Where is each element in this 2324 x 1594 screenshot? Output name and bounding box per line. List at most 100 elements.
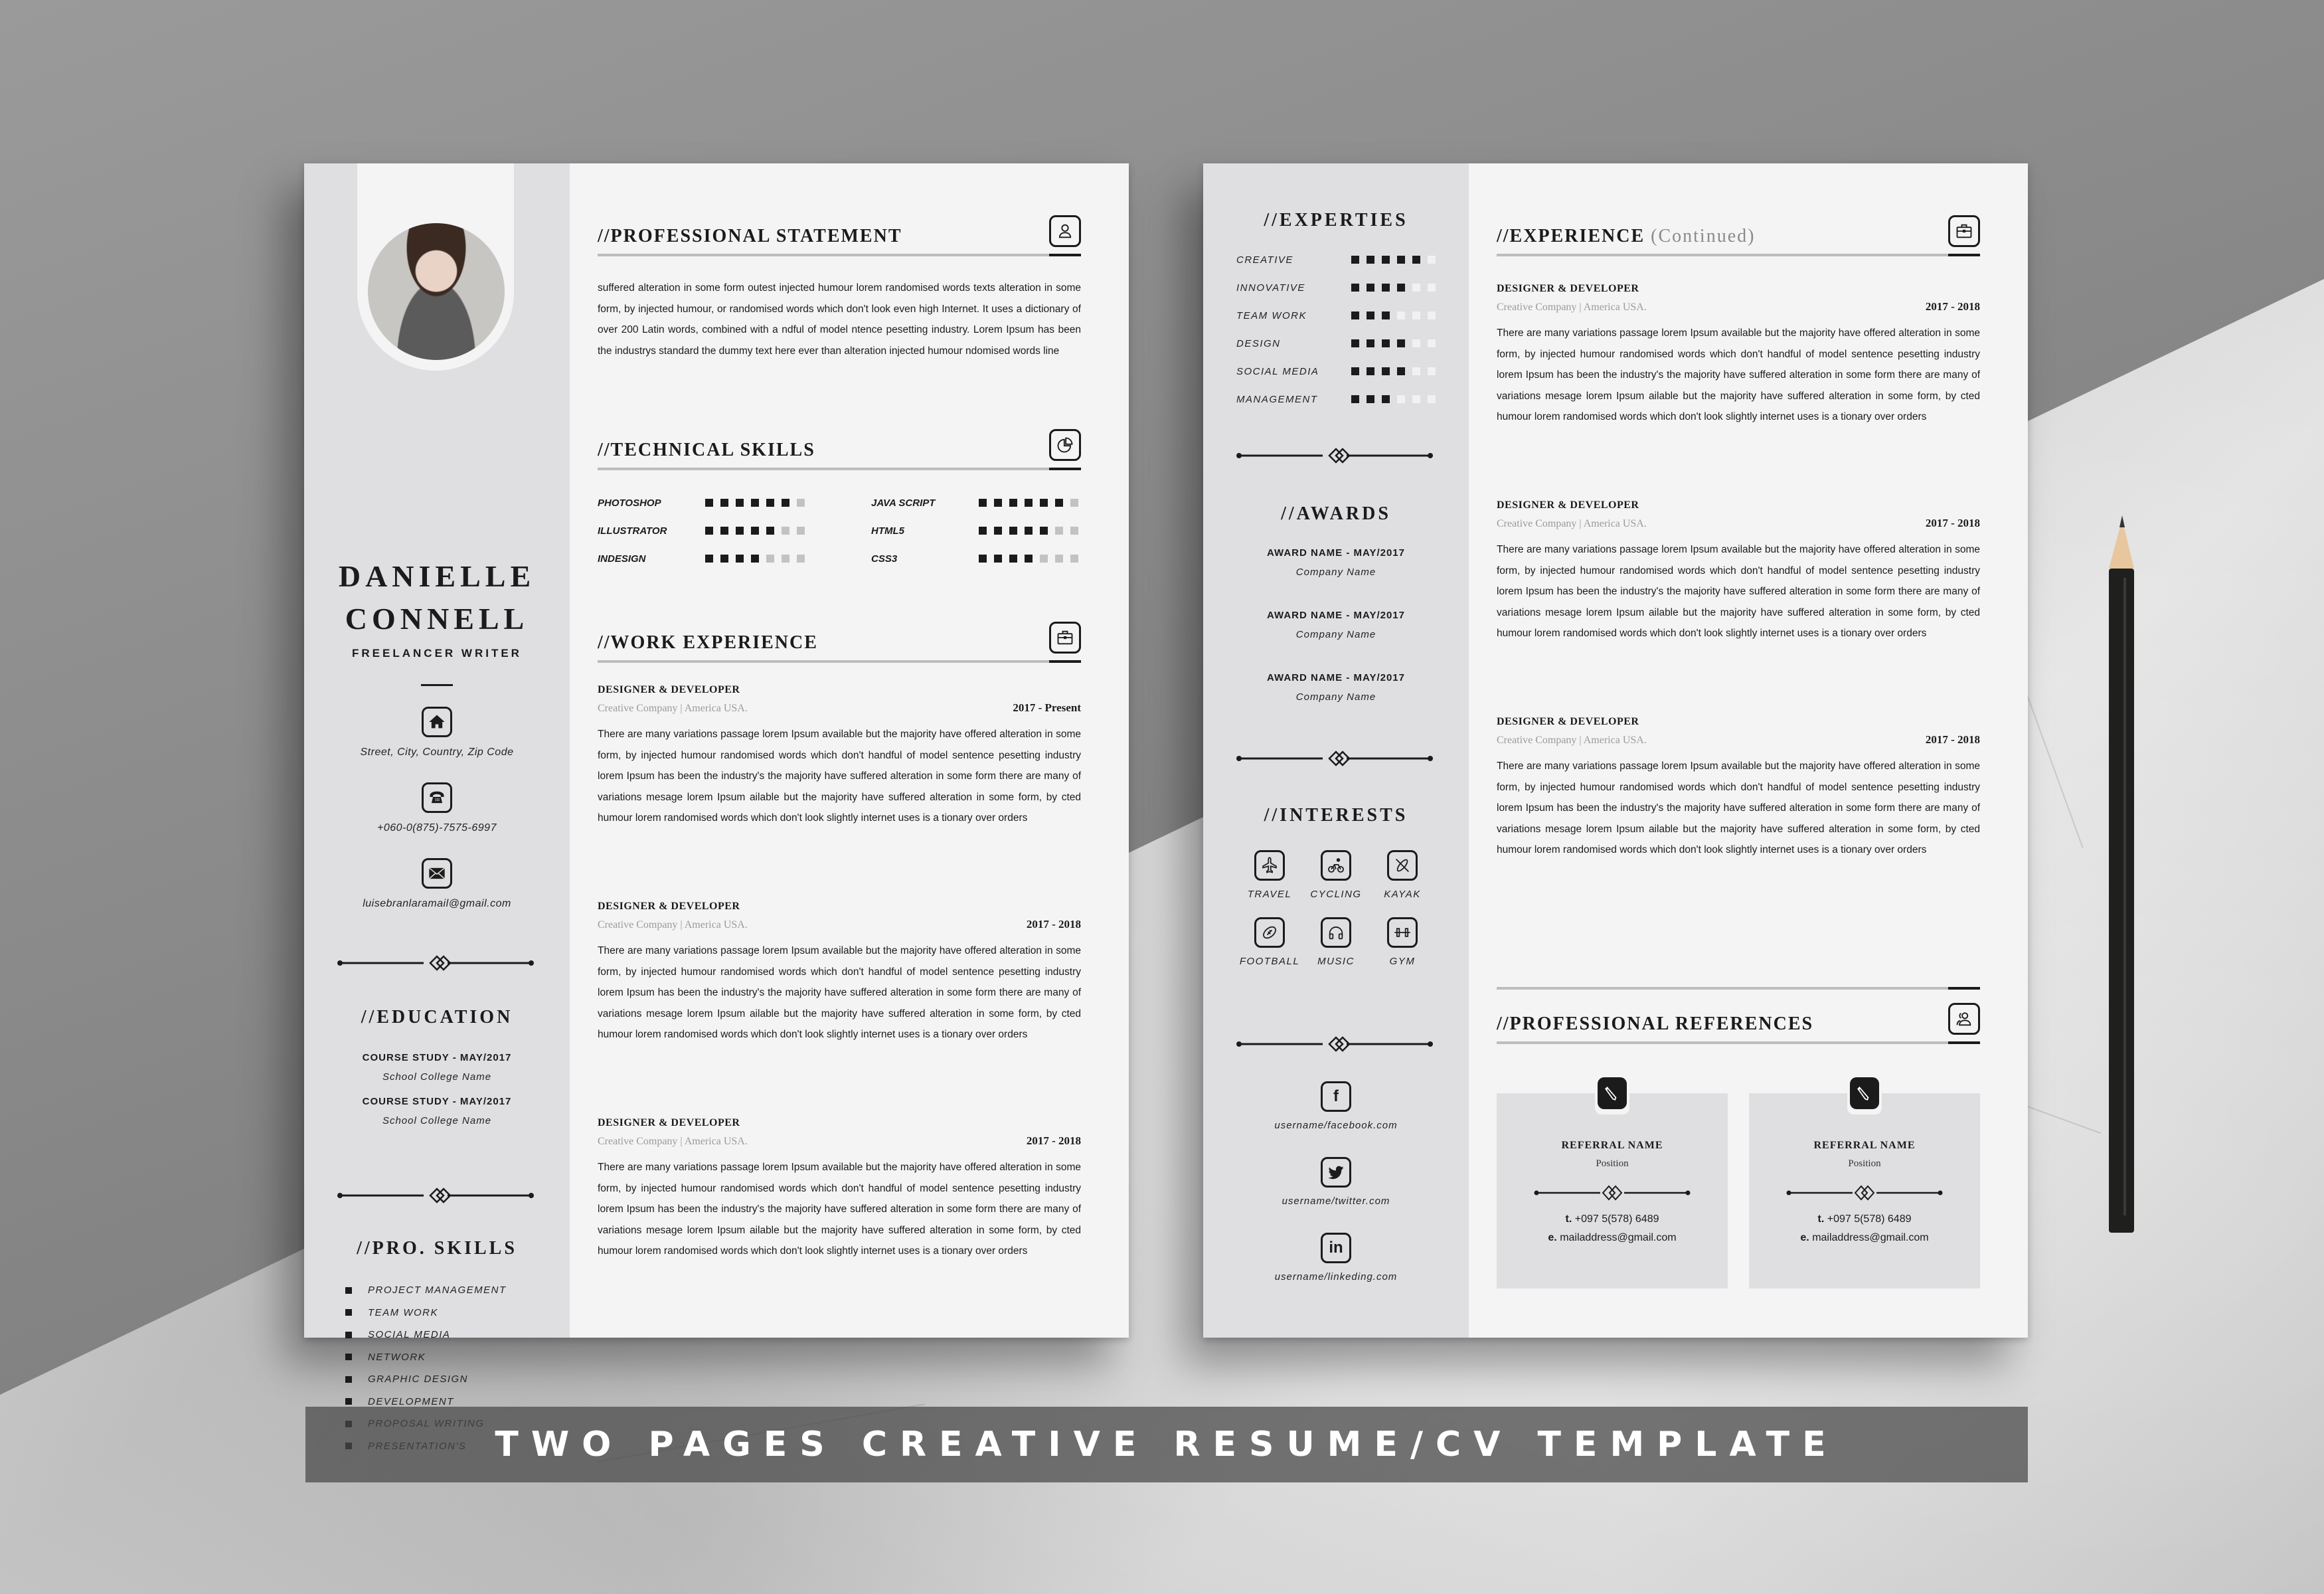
profile-name: DANIELLE CONNELL: [304, 555, 570, 640]
job-description: There are many variations passage lorem …: [598, 945, 1081, 1040]
pencil-prop: [2109, 515, 2134, 1233]
rating-square-empty: [1412, 339, 1420, 347]
phone-value: +097 5(578) 6489: [1827, 1213, 1912, 1225]
sidebar: DANIELLE CONNELL FREELANCER WRITER Stree…: [304, 163, 570, 1452]
rating-square-filled: [1367, 339, 1374, 347]
interest-label: CYCLING: [1310, 889, 1362, 900]
technical-skills-header: //TECHNICAL SKILLS: [598, 417, 1081, 470]
rating-square-empty: [1428, 339, 1436, 347]
expertise-rating: [1351, 367, 1436, 375]
expertise-row: INNOVATIVE: [1236, 274, 1436, 302]
rating-square-empty: [1397, 311, 1405, 319]
rating-square-empty: [1070, 499, 1078, 507]
rating-square-filled: [1025, 527, 1033, 535]
rating-square-filled: [1351, 256, 1359, 264]
tech-skill-label: ILLUSTRATOR: [598, 525, 667, 537]
rating-square-empty: [1412, 395, 1420, 403]
statement-text: suffered alteration in some form outest …: [598, 282, 1081, 357]
linkedin-icon: in: [1321, 1233, 1351, 1263]
pie-chart-icon: [1049, 429, 1081, 461]
tech-skill-label: CSS3: [871, 553, 898, 565]
headphones-icon: [1321, 917, 1351, 948]
rating-square-filled: [1009, 499, 1017, 507]
rating-square-filled: [736, 555, 744, 563]
interest-label: FOOTBALL: [1239, 956, 1300, 967]
statement-icon-wrap: [1049, 215, 1081, 247]
expertise-rating: [1351, 284, 1436, 292]
ornament-divider: [1236, 442, 1433, 469]
job-description: There are many variations passage lorem …: [598, 729, 1081, 824]
rating-square-filled: [979, 555, 987, 563]
social-facebook[interactable]: f username/facebook.com: [1203, 1081, 1469, 1131]
rating-square-empty: [1397, 395, 1405, 403]
award-item: AWARD NAME - MAY/2017 Company Name: [1203, 672, 1469, 703]
main-column: //PROFESSIONAL STATEMENT suffered altera…: [570, 163, 1129, 1338]
education-heading: //EDUCATION: [361, 1007, 513, 1027]
linkedin-link[interactable]: username/linkeding.com: [1203, 1271, 1469, 1283]
phone-icon: [422, 782, 452, 813]
job-title: DESIGNER & DEVELOPER: [598, 901, 740, 912]
rating-square-filled: [1351, 339, 1359, 347]
section-rule: [1497, 254, 1980, 256]
pro-skill-item: PROJECT MANAGEMENT: [345, 1279, 507, 1302]
email-value[interactable]: mailaddress@gmail.com: [1560, 1232, 1676, 1243]
experties-heading: //EXPERTIES: [1264, 210, 1408, 230]
job-company: Creative Company | America USA.: [1497, 518, 1647, 529]
job-date: 2017 - Present: [1013, 701, 1081, 714]
address-text: Street, City, Country, Zip Code: [360, 747, 514, 758]
technical-skills-heading: //TECHNICAL SKILLS: [598, 440, 815, 460]
square-bullet-icon: [345, 1375, 352, 1383]
rating-square-filled: [1397, 339, 1405, 347]
pro-skills-heading: //PRO. SKILLS: [357, 1238, 517, 1259]
job-entry: DESIGNER & DEVELOPER Creative Company | …: [1497, 499, 1980, 644]
rating-square-filled: [994, 499, 1002, 507]
rating-square-filled: [1351, 367, 1359, 375]
rating-square-filled: [736, 499, 744, 507]
interests-heading: //INTERESTS: [1264, 805, 1408, 826]
interest-item: TRAVEL: [1236, 850, 1303, 900]
social-twitter[interactable]: username/twitter.com: [1203, 1157, 1469, 1207]
airplane-icon: [1254, 850, 1285, 881]
education-item: COURSE STUDY - MAY/2017 School College N…: [304, 1096, 570, 1126]
award-company: Company Name: [1295, 567, 1376, 578]
resume-page-1: DANIELLE CONNELL FREELANCER WRITER Stree…: [304, 163, 1129, 1452]
email-link[interactable]: luisebranlaramail@gmail.com: [304, 898, 570, 910]
expertise-rating: [1351, 395, 1436, 403]
referral-phone: t. +097 5(578) 6489: [1497, 1213, 1728, 1225]
skill-rating: [705, 499, 805, 507]
award-title: AWARD NAME - MAY/2017: [1267, 672, 1405, 683]
email-value[interactable]: mailaddress@gmail.com: [1812, 1232, 1928, 1243]
main-column: //EXPERIENCE (Continued) DESIGNER & DEVE…: [1469, 163, 2028, 1338]
rating-square-filled: [766, 499, 774, 507]
rating-square-filled: [1382, 395, 1390, 403]
tech-skill-label: JAVA SCRIPT: [871, 497, 936, 509]
rating-square-filled: [994, 555, 1002, 563]
rating-square-filled: [1367, 395, 1374, 403]
expertise-label: MANAGEMENT: [1236, 393, 1318, 405]
interest-label: MUSIC: [1317, 956, 1355, 967]
referral-email[interactable]: e. mailaddress@gmail.com: [1497, 1232, 1728, 1244]
email-label: e.: [1548, 1232, 1557, 1243]
pen-icon: [1598, 1077, 1627, 1109]
award-company: Company Name: [1295, 629, 1376, 640]
phone-label: t.: [1817, 1213, 1825, 1225]
rating-square-filled: [1009, 555, 1017, 563]
rating-square-filled: [751, 499, 759, 507]
first-name: DANIELLE: [338, 559, 536, 593]
pro-skill-item: SOCIAL MEDIA: [345, 1324, 507, 1346]
job-description: There are many variations passage lorem …: [1497, 327, 1980, 422]
tech-skill-row: CSS3: [871, 549, 1097, 569]
square-bullet-icon: [345, 1354, 352, 1361]
briefcase-icon: [1948, 215, 1980, 247]
bicycle-icon: [1321, 850, 1351, 881]
social-linkedin[interactable]: in username/linkeding.com: [1203, 1233, 1469, 1283]
referral-email[interactable]: e. mailaddress@gmail.com: [1749, 1232, 1980, 1244]
envelope-icon: [422, 858, 452, 889]
tech-skill-row: PHOTOSHOP: [598, 493, 823, 513]
pro-skill-item: TEAM WORK: [345, 1302, 507, 1324]
rating-square-empty: [1055, 527, 1063, 535]
contact-email[interactable]: luisebranlaramail@gmail.com: [304, 858, 570, 910]
twitter-link[interactable]: username/twitter.com: [1203, 1196, 1469, 1207]
facebook-link[interactable]: username/facebook.com: [1203, 1120, 1469, 1131]
tech-skill-row: HTML5: [871, 521, 1097, 541]
